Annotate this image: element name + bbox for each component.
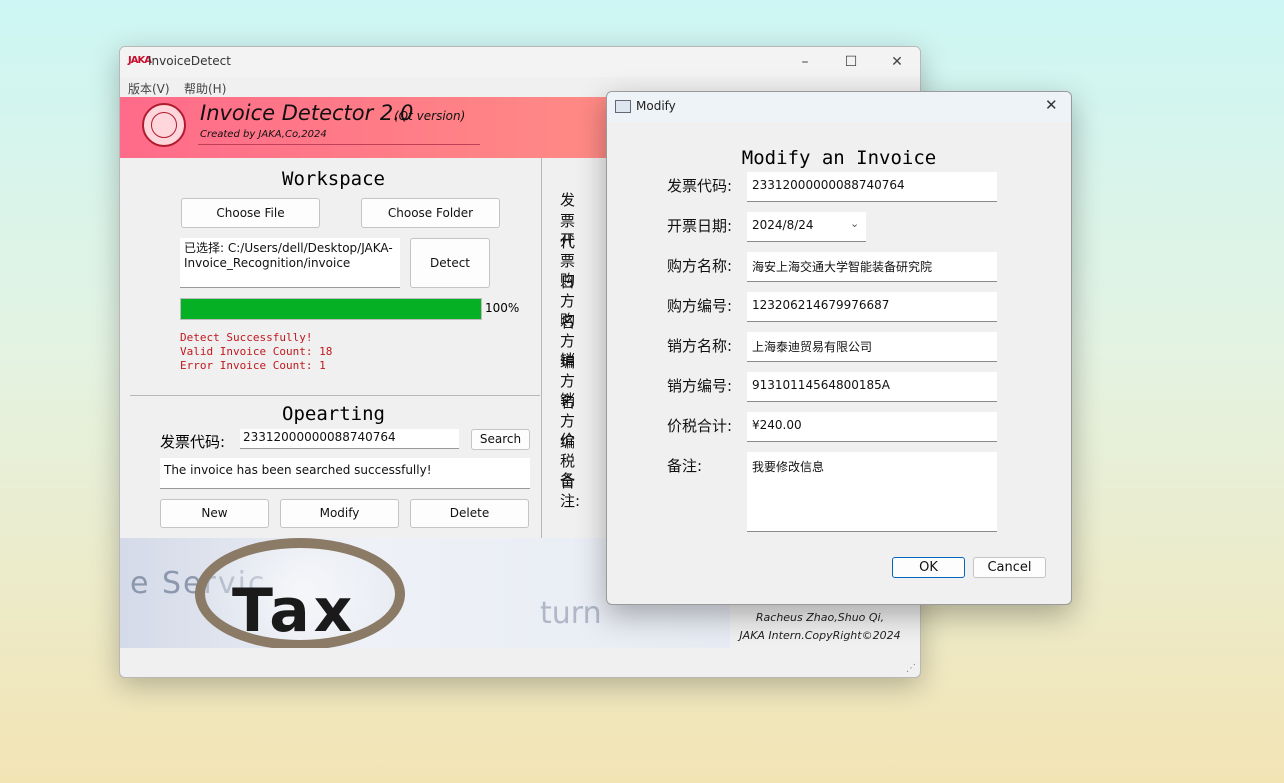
image-text-return: turn (540, 596, 602, 631)
maximize-icon[interactable]: ☐ (836, 52, 866, 72)
status-line: Valid Invoice Count: 18 (180, 345, 333, 358)
remarks-textarea[interactable]: 我要修改信息 (747, 452, 997, 532)
field-label-invoice-code: 发票代码: (667, 177, 733, 195)
credit-line-1: Racheus Zhao,Shuo Qi, (755, 611, 885, 624)
banner-underline (198, 144, 480, 145)
detect-progress-bar (180, 298, 482, 320)
chevron-down-icon[interactable]: ⌄ (850, 217, 859, 230)
dialog-titlebar[interactable]: Modify ✕ (607, 92, 1071, 122)
field-label-buyer-id: 购方编号: (667, 297, 733, 315)
workspace-heading: Workspace (282, 168, 385, 190)
new-button[interactable]: New (160, 499, 269, 528)
buyer-name-field[interactable]: 海安上海交通大学智能装备研究院 (747, 252, 997, 282)
field-label-issue-date: 开票日期: (667, 217, 733, 235)
dialog-heading: Modify an Invoice (741, 147, 937, 169)
banner-credit: Created by JAKA,Co,2024 (200, 129, 327, 140)
seller-id-field[interactable]: 91310114564800185A (747, 372, 997, 402)
modify-button[interactable]: Modify (280, 499, 399, 528)
banner-subtitle: (Qt version) (394, 109, 466, 123)
search-result-field[interactable]: The invoice has been searched successful… (160, 458, 530, 489)
dialog-window-icon (615, 100, 631, 113)
window-title: InvoiceDetect (148, 54, 231, 68)
field-label-seller-id: 销方编号: (667, 377, 733, 395)
university-seal-icon (142, 103, 186, 147)
close-icon[interactable]: ✕ (882, 52, 912, 72)
field-label-total: 价税合计: (667, 417, 733, 435)
status-messages: Detect Successfully! Valid Invoice Count… (180, 331, 332, 373)
delete-button[interactable]: Delete (410, 499, 529, 528)
invoice-code-field[interactable]: 23312000000088740764 (747, 172, 997, 202)
field-label-seller-name: 销方名称: (667, 337, 733, 355)
selected-path-field[interactable]: 已选择: C:/Users/dell/Desktop/JAKA-Invoice_… (180, 238, 400, 288)
section-divider (130, 395, 540, 396)
resize-grip-icon[interactable]: ⋰ (906, 663, 916, 674)
issue-date-picker[interactable]: 2024/8/24 ⌄ (747, 212, 866, 242)
menu-help[interactable]: 帮助(H) (184, 80, 226, 97)
field-label-buyer-name: 购方名称: (667, 257, 733, 275)
status-line: Error Invoice Count: 1 (180, 359, 326, 372)
progress-fill (181, 299, 481, 319)
choose-file-button[interactable]: Choose File (181, 198, 320, 228)
panel-divider (541, 158, 542, 538)
seller-name-field[interactable]: 上海泰迪贸易有限公司 (747, 332, 997, 362)
cancel-button[interactable]: Cancel (973, 557, 1046, 578)
search-button[interactable]: Search (471, 429, 530, 450)
menu-version[interactable]: 版本(V) (128, 80, 170, 97)
operating-heading: Opearting (282, 403, 385, 425)
total-amount-field[interactable]: ¥240.00 (747, 412, 997, 442)
dialog-close-icon[interactable]: ✕ (1045, 96, 1058, 114)
minimize-icon[interactable]: – (790, 52, 820, 72)
progress-percent: 100% (485, 301, 520, 315)
left-panel: Workspace Choose File Choose Folder 已选择:… (120, 158, 541, 538)
ok-button[interactable]: OK (892, 557, 965, 578)
issue-date-value: 2024/8/24 (752, 218, 814, 232)
image-text-tax: Tax (232, 576, 357, 646)
dialog-title: Modify (636, 99, 676, 113)
right-label: 备注: (560, 471, 581, 510)
detect-button[interactable]: Detect (410, 238, 490, 288)
credit-line-2: JAKA Intern.CopyRight©2024 (739, 629, 901, 642)
footer-credit: Racheus Zhao,Shuo Qi, JAKA Intern.CopyRi… (730, 611, 910, 642)
field-label-remarks: 备注: (667, 457, 703, 475)
seal-inner-ring (151, 112, 177, 138)
choose-folder-button[interactable]: Choose Folder (361, 198, 500, 228)
banner-title: Invoice Detector 2.0 (200, 101, 414, 125)
app-logo-icon: JAKA (128, 55, 152, 66)
buyer-id-field[interactable]: 123206214679976687 (747, 292, 997, 322)
modify-dialog: Modify ✕ Modify an Invoice 发票代码: 2331200… (606, 91, 1072, 605)
invoice-code-input[interactable]: 23312000000088740764 (240, 429, 459, 449)
invoice-code-label: 发票代码: (160, 433, 226, 451)
status-line: Detect Successfully! (180, 331, 313, 344)
main-titlebar[interactable]: JAKA InvoiceDetect – ☐ ✕ (120, 47, 920, 77)
